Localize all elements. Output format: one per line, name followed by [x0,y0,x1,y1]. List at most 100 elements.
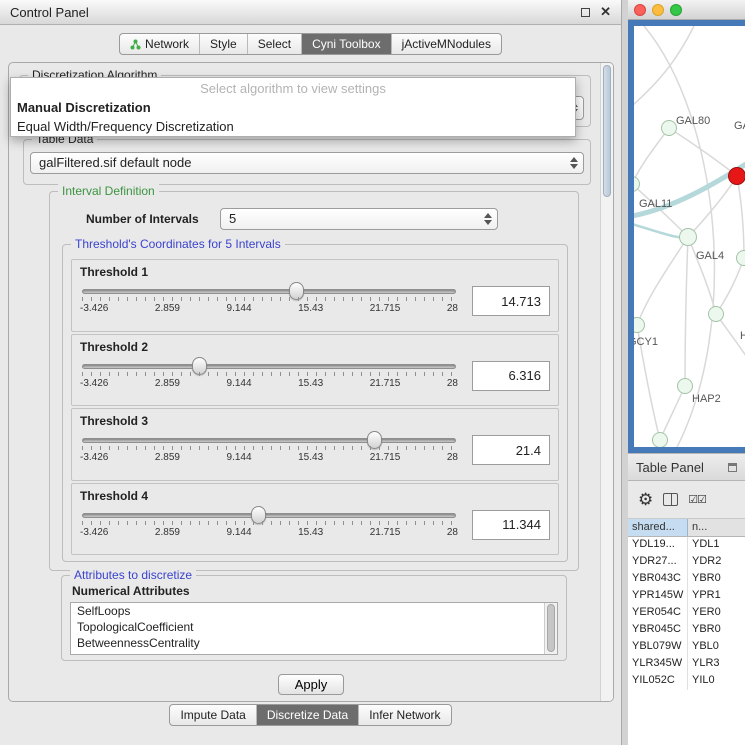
bottom-tab-row: Impute Data Discretize Data Infer Network [0,704,621,726]
table-row[interactable]: YBR043CYBR0 [628,571,745,588]
network-node[interactable] [652,432,668,447]
table-data-group: Table Data galFiltered.sif default node [23,139,591,185]
table-row[interactable]: YDR27...YDR2 [628,554,745,571]
threshold-label: Threshold 1 [80,265,550,279]
group-title-interval: Interval Definition [58,184,159,198]
network-canvas[interactable]: GAL80GAGAL11GAL4GCY1HAP2H [634,26,745,447]
table-row[interactable]: YBL079WYBL0 [628,639,745,656]
minimize-traffic-light-icon[interactable] [652,4,664,16]
network-node[interactable] [679,228,697,246]
gear-icon[interactable]: ⚙ [638,491,653,508]
tab-discretize-data[interactable]: Discretize Data [256,705,358,725]
tab-label: Impute Data [180,708,245,722]
thresholds-group: Threshold's Coordinates for 5 Intervals … [62,244,568,562]
list-item[interactable]: SelfLoops [71,603,557,619]
threshold-slider[interactable]: -3.4262.8599.14415.4321.71528 [80,355,458,397]
number-of-intervals-value: 5 [221,209,497,229]
network-frame: GAL80GAGAL11GAL4GCY1HAP2H [628,20,745,453]
threshold-stack: Threshold 1-3.4262.8599.14415.4321.71528… [71,259,559,555]
node-label: HAP2 [692,393,721,405]
network-node[interactable] [661,120,677,136]
threshold-value-field[interactable]: 11.344 [472,510,550,540]
table-row[interactable]: YER054CYER0 [628,605,745,622]
close-icon[interactable]: ✕ [600,6,611,18]
list-scrollbar-thumb[interactable] [547,604,555,652]
tab-network[interactable]: Network [120,34,199,54]
scale-label: 9.144 [227,527,252,538]
algorithm-dropdown-popup: Select algorithm to view settings Manual… [10,77,576,137]
threshold-slider[interactable]: -3.4262.8599.14415.4321.71528 [80,504,458,546]
threshold-slider[interactable]: -3.4262.8599.14415.4321.71528 [80,280,458,322]
slider-track[interactable] [82,513,456,518]
node-label: H [740,330,745,342]
numerical-attributes-list[interactable]: SelfLoopsTopologicalCoefficientBetweenne… [70,602,558,655]
tab-impute-data[interactable]: Impute Data [170,705,255,725]
tab-label: Discretize Data [267,708,348,722]
column-header[interactable]: n... [688,519,745,536]
table-row[interactable]: YPR145WYPR1 [628,588,745,605]
top-tab-row: NetworkStyleSelectCyni ToolboxjActiveMNo… [0,33,621,55]
slider-scale: -3.4262.8599.14415.4321.71528 [80,452,458,463]
scale-label: 28 [447,527,458,538]
list-scrollbar[interactable] [544,603,557,654]
table-row[interactable]: YDL19...YDL1 [628,537,745,554]
table-row[interactable]: YBR045CYBR0 [628,622,745,639]
network-node[interactable] [677,378,693,394]
threshold-value-field[interactable]: 21.4 [472,435,550,465]
scale-label: -3.426 [80,527,108,538]
table-cell: YDR27... [628,554,688,571]
scale-label: 21.715 [370,452,401,463]
table-panel-title: Table Panel [636,460,704,475]
select-columns-icon[interactable]: ☑☑ [688,493,706,506]
control-panel-scrollbar[interactable] [600,63,613,701]
scale-label: 15.43 [298,527,323,538]
table-cell: YPR1 [688,588,745,605]
table-cell: YBL079W [628,639,688,656]
table-row[interactable]: YLR345WYLR3 [628,656,745,673]
table-header-row: shared...n... [628,519,745,537]
network-node[interactable] [708,306,724,322]
tab-style[interactable]: Style [199,34,247,54]
table-cell: YBR0 [688,622,745,639]
table-cell: YDL19... [628,537,688,554]
dropdown-option[interactable]: Manual Discretization [11,98,575,117]
table-row[interactable]: YIL052CYIL0 [628,673,745,690]
dropdown-placeholder: Select algorithm to view settings [11,78,575,98]
threshold-value-field[interactable]: 6.316 [472,361,550,391]
threshold-panel: Threshold 2-3.4262.8599.14415.4321.71528… [71,334,559,407]
number-of-intervals-spinner[interactable]: 5 [220,208,498,230]
tab-jactivemnodules[interactable]: jActiveMNodules [391,34,501,54]
slider-track[interactable] [82,438,456,443]
table-cell: YPR145W [628,588,688,605]
table-cell: YER054C [628,605,688,622]
dropdown-option[interactable]: Equal Width/Frequency Discretization [11,117,575,136]
columns-icon[interactable] [663,493,678,506]
zoom-traffic-light-icon[interactable] [670,4,682,16]
apply-row: Apply [9,674,613,695]
slider-track[interactable] [82,289,456,294]
threshold-value-field[interactable]: 14.713 [472,286,550,316]
tab-infer-network[interactable]: Infer Network [358,705,450,725]
table-data-combobox[interactable]: galFiltered.sif default node [30,152,584,174]
tab-cyni-toolbox[interactable]: Cyni Toolbox [301,34,390,54]
network-node[interactable] [736,250,745,266]
numerical-attributes-label: Numerical Attributes [72,584,190,598]
tab-select[interactable]: Select [247,34,301,54]
scale-label: 21.715 [370,378,401,389]
close-traffic-light-icon[interactable] [634,4,646,16]
scale-label: -3.426 [80,378,108,389]
selected-node[interactable] [728,167,745,185]
apply-button[interactable]: Apply [278,674,345,695]
column-header[interactable]: shared... [628,519,688,536]
threshold-slider[interactable]: -3.4262.8599.14415.4321.71528 [80,429,458,471]
list-item[interactable]: TopologicalCoefficient [71,619,557,635]
threshold-row: -3.4262.8599.14415.4321.71528 14.713 [80,280,550,322]
float-panel-icon[interactable] [728,463,737,472]
scale-label: 15.43 [298,378,323,389]
slider-track[interactable] [82,364,456,369]
table-cell: YDR2 [688,554,745,571]
float-window-icon[interactable] [581,8,590,17]
node-label: GAL4 [696,250,724,262]
list-item[interactable]: BetweennessCentrality [71,635,557,651]
scrollbar-thumb[interactable] [603,65,611,197]
